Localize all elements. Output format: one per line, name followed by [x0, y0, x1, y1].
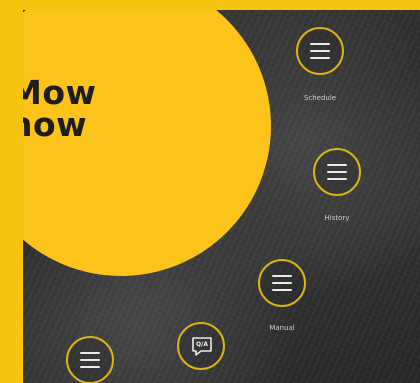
- qa-button[interactable]: Q/A: [177, 322, 225, 370]
- schedule-button[interactable]: [296, 27, 344, 75]
- manual-button[interactable]: [258, 259, 306, 307]
- history-label: History: [324, 214, 350, 222]
- app-screen: Mow now Schedule History Manual Q/A: [23, 10, 420, 383]
- qa-label: Q/A: [196, 341, 208, 348]
- mow-now-button[interactable]: Mow now: [23, 10, 271, 276]
- schedule-label: Schedule: [303, 94, 337, 102]
- history-button[interactable]: [313, 148, 361, 196]
- mow-now-label: Mow now: [23, 73, 97, 144]
- chat-bubble-icon: Q/A: [190, 335, 214, 359]
- hamburger-icon: [80, 352, 100, 368]
- hamburger-icon: [272, 275, 292, 291]
- more-menu-button[interactable]: [66, 336, 114, 383]
- hamburger-icon: [327, 164, 347, 180]
- manual-label: Manual: [269, 324, 295, 332]
- hamburger-icon: [310, 43, 330, 59]
